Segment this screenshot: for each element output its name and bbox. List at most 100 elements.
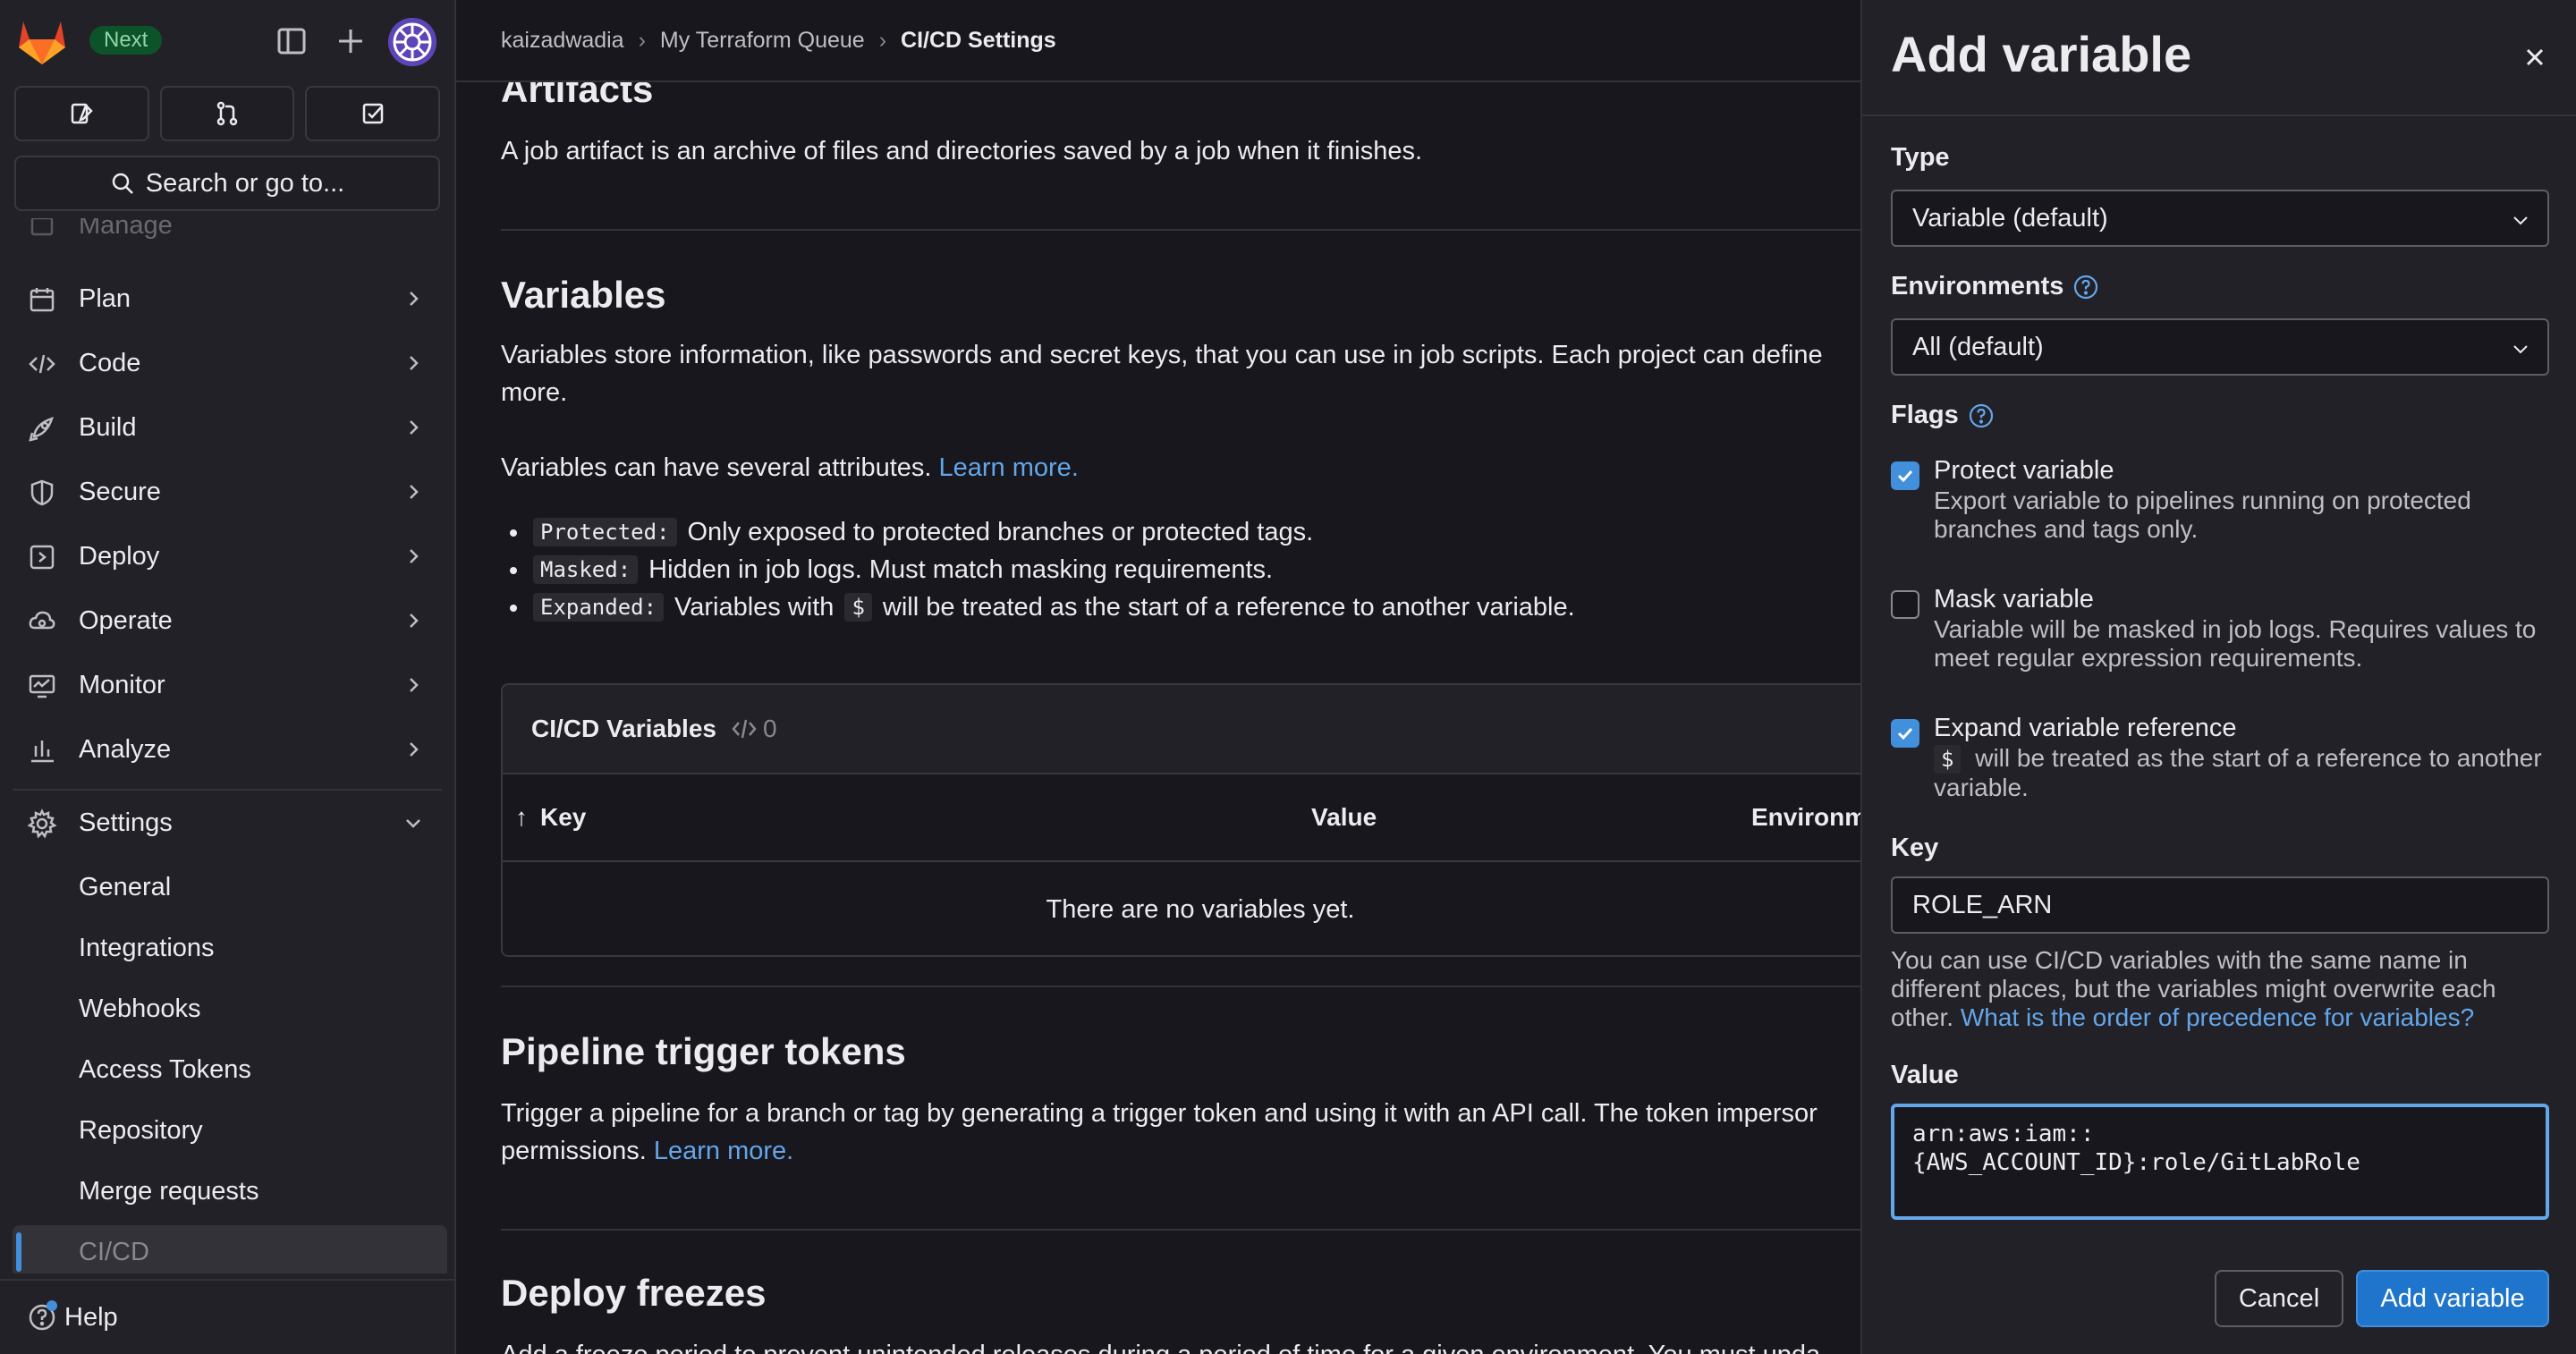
question-icon[interactable] <box>1968 402 1995 429</box>
sidebar-subitem-label: General <box>79 872 172 901</box>
value-line: {AWS_ACCOUNT_ID}:role/GitLabRole <box>1912 1149 2360 1176</box>
sidebar-subitem-label: Integrations <box>79 933 215 962</box>
environments-select[interactable]: All (default) <box>1891 318 2549 376</box>
breadcrumb-current[interactable]: CI/CD Settings <box>901 28 1056 54</box>
chevron-right-icon <box>410 292 419 306</box>
check-icon <box>1897 727 1913 740</box>
key-help-text: You can use CI/CD variables with the sam… <box>1891 946 2553 1032</box>
breadcrumb-item[interactable]: My Terraform Queue <box>660 28 865 54</box>
empty-state: There are no variables yet. <box>1046 895 1355 924</box>
mask-variable-checkbox[interactable] <box>1891 590 1919 619</box>
gear-icon <box>27 808 57 839</box>
learn-more-link[interactable]: Learn more. <box>939 453 1079 482</box>
code-icon <box>29 354 55 374</box>
table-header: ↑ Key Value Environment <box>503 774 1860 862</box>
sidebar-item-deploy[interactable]: Deploy <box>13 529 442 583</box>
sidebar-item-secure[interactable]: Secure <box>13 465 442 519</box>
value-textarea[interactable]: arn:aws:iam:: {AWS_ACCOUNT_ID}:role/GitL… <box>1891 1104 2549 1220</box>
card-title: CI/CD Variables <box>531 715 716 742</box>
type-select[interactable]: Variable (default) <box>1891 190 2549 247</box>
expand-variable-checkbox[interactable] <box>1891 719 1919 748</box>
key-label-text: Key <box>1891 834 1939 862</box>
deploy-icon <box>30 545 55 570</box>
search-icon <box>112 173 133 194</box>
sidebar-subitem-cicd[interactable]: CI/CD <box>13 1225 447 1274</box>
shield-icon <box>30 479 54 506</box>
column-header-key[interactable]: Key <box>540 803 586 832</box>
value-line: arn:aws:iam:: <box>1912 1121 2095 1147</box>
variables-description: Variables store information, like passwo… <box>501 341 1823 369</box>
list-item: Protected: Only exposed to protected bra… <box>501 513 1575 551</box>
sidebar-item-label: Manage <box>79 218 173 240</box>
key-label: Key <box>1891 834 1938 863</box>
learn-more-link[interactable]: Learn more. <box>654 1137 793 1165</box>
flags-label-text: Flags <box>1891 401 1959 429</box>
close-icon[interactable] <box>2517 39 2553 75</box>
breadcrumb-item[interactable]: kaizadwadia <box>501 28 624 54</box>
main-content: kaizadwadia › My Terraform Queue › CI/CD… <box>456 0 1860 1354</box>
variables-more-link[interactable]: more. <box>501 374 567 411</box>
sidebar-item-code[interactable]: Code <box>13 336 442 390</box>
issues-tab[interactable] <box>14 86 149 141</box>
cancel-button[interactable]: Cancel <box>2215 1270 2343 1327</box>
sidebar-top: Next <box>0 0 454 82</box>
merge-request-icon <box>216 101 238 126</box>
sidebar-subitem-integrations[interactable]: Integrations <box>13 921 447 975</box>
mask-variable-desc: Variable will be masked in job logs. Req… <box>1934 615 2537 672</box>
sidebar-subitem-access-tokens[interactable]: Access Tokens <box>13 1043 447 1096</box>
sidebar-item-plan[interactable]: Plan <box>13 272 442 326</box>
help-button[interactable]: Help <box>27 1300 118 1333</box>
expanded-code: Expanded: <box>533 593 665 622</box>
sidebar-item-label: Analyze <box>79 734 172 764</box>
pipeline-triggers-description-2: permissions. Learn more. <box>501 1132 793 1170</box>
sidebar-item-label: Build <box>79 412 137 442</box>
sidebar-item-manage[interactable]: Manage <box>13 218 442 252</box>
sidebar-subitem-repository[interactable]: Repository <box>13 1104 447 1157</box>
plus-icon[interactable] <box>333 23 369 59</box>
precedence-link[interactable]: What is the order of precedence for vari… <box>1961 1003 2474 1031</box>
list-item: Masked: Hidden in job logs. Must match m… <box>501 551 1575 588</box>
pipeline-triggers-description: Trigger a pipeline for a branch or tag b… <box>501 1099 1818 1128</box>
question-icon[interactable] <box>2072 274 2099 300</box>
sidebar-subitem-general[interactable]: General <box>13 860 447 914</box>
gitlab-logo-icon[interactable] <box>16 16 68 66</box>
sidebar-subitem-merge-requests[interactable]: Merge requests <box>13 1164 447 1218</box>
chevron-right-icon <box>410 614 419 628</box>
avatar[interactable] <box>388 18 436 66</box>
sidebar-item-label: Deploy <box>79 541 160 571</box>
search-button[interactable]: Search or go to... <box>14 156 440 211</box>
next-badge[interactable]: Next <box>89 26 163 55</box>
expand-variable-desc-wrap: $ will be treated as the start of a refe… <box>1934 744 2551 802</box>
mask-variable-title[interactable]: Mask variable <box>1934 585 2094 614</box>
sidebar-item-build[interactable]: Build <box>13 401 442 454</box>
key-input[interactable]: ROLE_ARN <box>1891 876 2549 934</box>
chart-icon <box>31 740 54 763</box>
sidebar-item-analyze[interactable]: Analyze <box>13 723 442 776</box>
sidebar-item-settings[interactable]: Settings <box>13 796 442 850</box>
column-header-environment: Environment <box>1751 803 1860 831</box>
rocket-icon <box>29 417 54 442</box>
drawer-header: Add variable <box>1862 0 2576 116</box>
code-icon <box>732 719 757 739</box>
environments-select-value: All (default) <box>1912 333 2044 361</box>
add-variable-button[interactable]: Add variable <box>2356 1270 2549 1327</box>
breadcrumb-separator-icon: › <box>878 27 887 53</box>
sidebar: Next Search or go to... Manage Plan Code… <box>0 0 456 1354</box>
sidebar-item-label: Settings <box>79 808 173 837</box>
sidebar-item-monitor[interactable]: Monitor <box>13 658 442 712</box>
protected-code: Protected: <box>533 518 677 546</box>
column-header-value: Value <box>1311 803 1377 831</box>
calendar-icon <box>30 288 55 312</box>
chevron-right-icon <box>410 485 419 499</box>
merge-requests-tab[interactable] <box>159 86 295 141</box>
todo-tab[interactable] <box>305 86 441 141</box>
sidebar-subitem-webhooks[interactable]: Webhooks <box>13 982 447 1036</box>
sort-arrow-icon[interactable]: ↑ <box>515 803 528 832</box>
protect-variable-title[interactable]: Protect variable <box>1934 456 2114 486</box>
protect-variable-desc: Export variable to pipelines running on … <box>1934 487 2471 543</box>
sidebar-item-operate[interactable]: Operate <box>13 594 442 647</box>
sidebar-toggle-icon[interactable] <box>274 23 309 59</box>
deploy-freezes-title: Deploy freezes <box>501 1272 767 1314</box>
expand-variable-title[interactable]: Expand variable reference <box>1934 714 2237 743</box>
protect-variable-checkbox[interactable] <box>1891 461 1919 490</box>
